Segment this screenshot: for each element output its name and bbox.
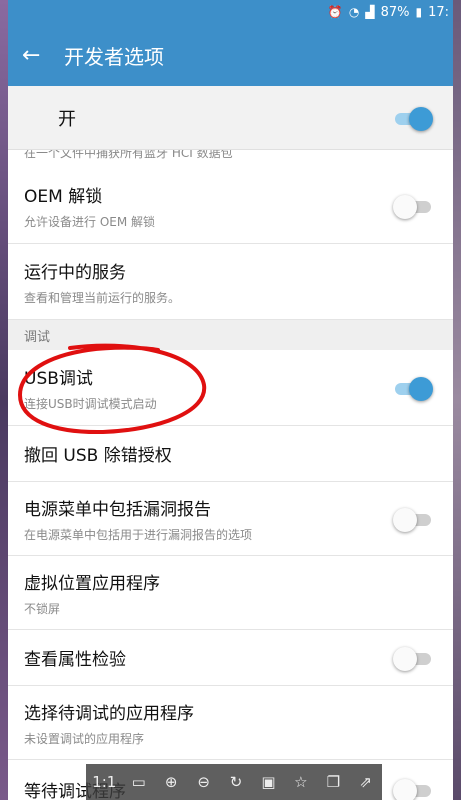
setting-title: 选择待调试的应用程序 bbox=[24, 703, 194, 724]
setting-row[interactable]: USB调试连接USB时调试模式启动 bbox=[8, 350, 453, 426]
save-icon[interactable]: ▣ bbox=[258, 773, 278, 791]
setting-title: 查看属性检验 bbox=[24, 650, 126, 670]
settings-list-top: OEM 解锁允许设备进行 OEM 解锁运行中的服务查看和管理当前运行的服务。 bbox=[8, 168, 453, 320]
setting-subtitle: 未设置调试的应用程序 bbox=[24, 731, 145, 746]
setting-subtitle: 连接USB时调试模式启动 bbox=[24, 396, 157, 411]
setting-toggle[interactable] bbox=[393, 376, 433, 401]
setting-title: OEM 解锁 bbox=[24, 186, 103, 207]
section-header-label: 调试 bbox=[24, 329, 51, 345]
zoom-ratio-button[interactable]: 1:1 bbox=[92, 773, 116, 791]
setting-row[interactable]: 电源菜单中包括漏洞报告在电源菜单中包括用于进行漏洞报告的选项 bbox=[8, 482, 453, 556]
setting-texts: 电源菜单中包括漏洞报告在电源菜单中包括用于进行漏洞报告的选项 bbox=[24, 495, 252, 543]
rotate-icon[interactable]: ↻ bbox=[226, 773, 246, 791]
bookmark-icon[interactable]: ☆ bbox=[291, 773, 311, 791]
master-switch-row[interactable]: 开 bbox=[8, 86, 453, 150]
setting-title: 虚拟位置应用程序 bbox=[24, 573, 160, 594]
desktop-edge-right bbox=[453, 0, 461, 800]
partial-setting-text: 在一个文件中捕获所有蓝牙 HCI 数据包 bbox=[24, 150, 233, 160]
setting-title: USB调试 bbox=[24, 368, 93, 389]
setting-title: 运行中的服务 bbox=[24, 262, 126, 283]
setting-row[interactable]: 撤回 USB 除错授权 bbox=[8, 426, 453, 482]
setting-texts: 运行中的服务查看和管理当前运行的服务。 bbox=[24, 258, 180, 306]
signal-icon: ▟ bbox=[365, 5, 375, 19]
app-bar: ← 开发者选项 bbox=[8, 24, 453, 86]
settings-list-debug: USB调试连接USB时调试模式启动撤回 USB 除错授权电源菜单中包括漏洞报告在… bbox=[8, 350, 453, 800]
master-switch-label: 开 bbox=[58, 108, 76, 130]
share-icon[interactable]: ⇗ bbox=[356, 773, 376, 791]
setting-row[interactable]: 选择待调试的应用程序未设置调试的应用程序 bbox=[8, 686, 453, 760]
setting-texts: USB调试连接USB时调试模式启动 bbox=[24, 364, 157, 412]
master-toggle[interactable] bbox=[393, 106, 433, 131]
setting-subtitle: 允许设备进行 OEM 解锁 bbox=[24, 214, 156, 229]
battery-icon: ▮ bbox=[415, 5, 423, 19]
clock: 17: bbox=[428, 4, 449, 20]
setting-row[interactable]: 查看属性检验 bbox=[8, 630, 453, 686]
setting-texts: OEM 解锁允许设备进行 OEM 解锁 bbox=[24, 182, 155, 230]
setting-row[interactable]: OEM 解锁允许设备进行 OEM 解锁 bbox=[8, 168, 453, 244]
setting-texts: 选择待调试的应用程序未设置调试的应用程序 bbox=[24, 699, 194, 747]
setting-toggle[interactable] bbox=[393, 778, 433, 800]
setting-row[interactable]: 虚拟位置应用程序不锁屏 bbox=[8, 556, 453, 630]
zoom-out-icon[interactable]: ⊖ bbox=[194, 773, 214, 791]
setting-toggle[interactable] bbox=[393, 507, 433, 532]
setting-subtitle: 在电源菜单中包括用于进行漏洞报告的选项 bbox=[24, 527, 253, 542]
battery-percent: 87% bbox=[380, 4, 410, 20]
zoom-in-icon[interactable]: ⊕ bbox=[161, 773, 181, 791]
status-bar: ⏰ ◔ ▟ 87% ▮ 17: bbox=[8, 0, 453, 24]
setting-title: 撤回 USB 除错授权 bbox=[24, 446, 172, 466]
back-arrow-icon[interactable]: ← bbox=[22, 43, 58, 68]
setting-subtitle: 不锁屏 bbox=[24, 601, 61, 616]
image-viewer-toolbar: 1:1 ▭ ⊕ ⊖ ↻ ▣ ☆ ❐ ⇗ bbox=[86, 764, 382, 800]
partial-setting-row: 在一个文件中捕获所有蓝牙 HCI 数据包 bbox=[8, 150, 453, 168]
setting-toggle[interactable] bbox=[393, 194, 433, 219]
setting-subtitle: 查看和管理当前运行的服务。 bbox=[24, 290, 181, 305]
phone-screen: ⏰ ◔ ▟ 87% ▮ 17: ← 开发者选项 开 在一个文件中捕获所有蓝牙 H… bbox=[8, 0, 453, 800]
setting-texts: 撤回 USB 除错授权 bbox=[24, 441, 172, 466]
setting-texts: 查看属性检验 bbox=[24, 645, 126, 670]
alarm-icon: ⏰ bbox=[327, 5, 343, 19]
setting-title: 电源菜单中包括漏洞报告 bbox=[24, 499, 211, 520]
desktop-edge-left bbox=[0, 0, 8, 800]
setting-toggle[interactable] bbox=[393, 646, 433, 671]
fit-screen-icon[interactable]: ▭ bbox=[129, 773, 149, 791]
page-title: 开发者选项 bbox=[64, 44, 164, 69]
section-header-debug: 调试 bbox=[8, 320, 453, 350]
wifi-icon: ◔ bbox=[348, 5, 360, 19]
copy-icon[interactable]: ❐ bbox=[323, 773, 343, 791]
setting-row[interactable]: 运行中的服务查看和管理当前运行的服务。 bbox=[8, 244, 453, 320]
setting-texts: 虚拟位置应用程序不锁屏 bbox=[24, 569, 160, 617]
